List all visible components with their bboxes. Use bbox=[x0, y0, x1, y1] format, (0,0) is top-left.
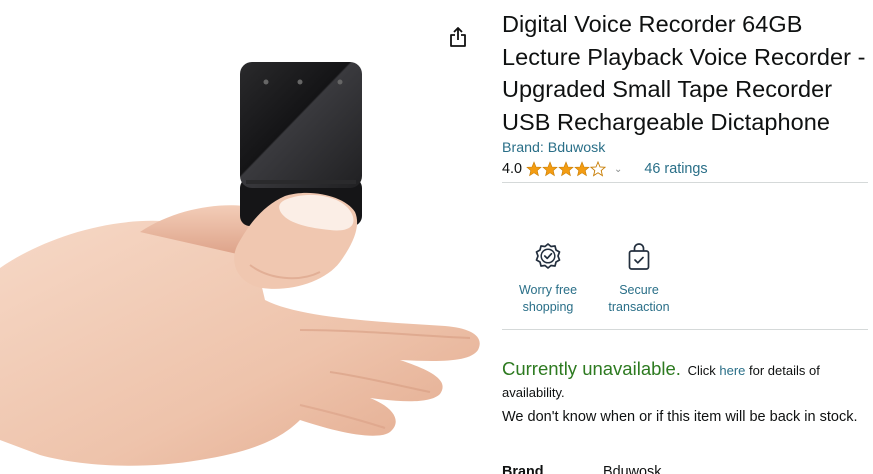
availability-status: Currently unavailable. bbox=[502, 358, 681, 379]
divider bbox=[502, 182, 868, 184]
rating-row: 4.0 ⌄ 46 ratings bbox=[502, 158, 870, 180]
product-page: Digital Voice Recorder 64GB Lecture Play… bbox=[0, 0, 873, 474]
back-in-stock-text: We don't know when or if this item will … bbox=[502, 409, 858, 425]
brand-link[interactable]: Brand: Bduwosk bbox=[502, 138, 870, 158]
secure-transaction-badge[interactable]: Secure transaction bbox=[599, 239, 679, 316]
spec-value: Bduwosk bbox=[603, 464, 662, 474]
availability-here-link[interactable]: here bbox=[719, 363, 745, 378]
product-image-area bbox=[0, 0, 490, 474]
product-image[interactable] bbox=[0, 0, 490, 474]
star-icon bbox=[526, 161, 607, 177]
worry-free-shopping-badge[interactable]: Worry free shopping bbox=[510, 239, 586, 316]
badge-label: Secure transaction bbox=[608, 283, 670, 314]
share-icon bbox=[450, 27, 466, 47]
share-button[interactable] bbox=[446, 24, 470, 50]
availability-line: Currently unavailable. Click here for de… bbox=[502, 358, 868, 404]
star-rating[interactable] bbox=[526, 161, 607, 177]
spec-row-brand: Brand Bduwosk bbox=[502, 464, 661, 474]
chevron-down-icon[interactable]: ⌄ bbox=[614, 164, 622, 175]
spec-label: Brand bbox=[502, 464, 544, 474]
availability-section: Currently unavailable. Click here for de… bbox=[502, 358, 868, 428]
product-title: Digital Voice Recorder 64GB Lecture Play… bbox=[502, 11, 866, 135]
shield-check-icon bbox=[530, 239, 566, 275]
badge-label: Worry free shopping bbox=[518, 283, 578, 314]
ratings-count-link[interactable]: 46 ratings bbox=[644, 161, 707, 177]
click-prefix: Click bbox=[687, 363, 716, 378]
lock-bag-icon bbox=[621, 239, 657, 275]
divider bbox=[502, 329, 868, 330]
product-details: Digital Voice Recorder 64GB Lecture Play… bbox=[502, 8, 870, 474]
rating-value: 4.0 bbox=[502, 161, 523, 178]
